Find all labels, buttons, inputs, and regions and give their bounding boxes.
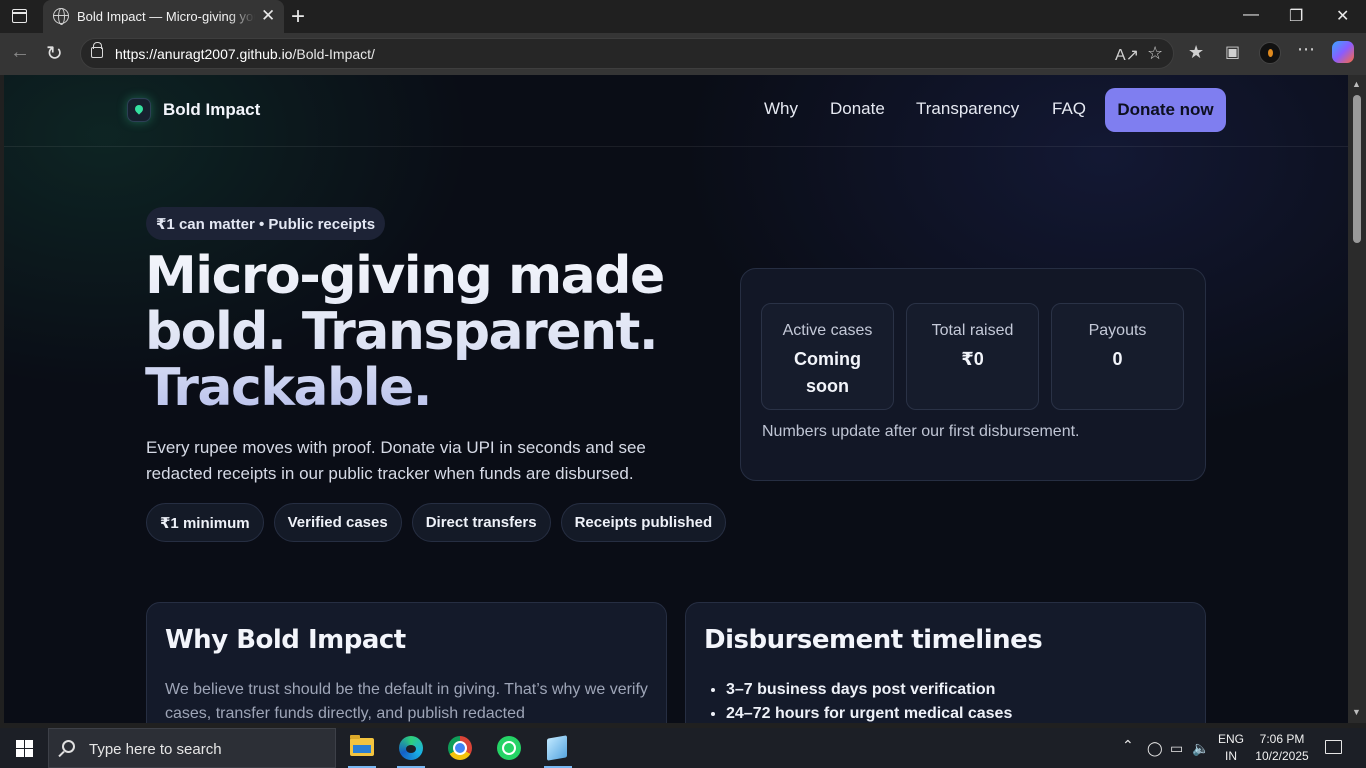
stat-total-raised: Total raised ₹0 [906,303,1039,410]
clock-time: 7:06 PM [1259,732,1305,746]
tab-title: Bold Impact — Micro-giving you can track [77,9,255,24]
search-placeholder: Type here to search [89,741,222,758]
battery-icon[interactable]: ▭ [1170,740,1183,757]
windows-start-icon[interactable] [16,740,33,757]
chip-receipts: Receipts published [560,503,727,542]
chevron-up-icon[interactable]: ⌃ [1122,737,1134,754]
chip-minimum: ₹1 minimum [146,503,264,542]
address-bar: ← ↻ https://anuragt2007.github.io/Bold-I… [0,33,1366,75]
nav-faq[interactable]: FAQ [1052,99,1086,119]
nav-transparency[interactable]: Transparency [916,99,1019,119]
location-pin-icon [127,98,151,122]
network-icon[interactable]: ◯ [1147,740,1163,757]
taskbar: Type here to search ⌃ ◯ ▭ 🔈 ENG IN 7:06 … [0,728,1366,768]
hero-title: Micro-giving made bold. Transparent. Tra… [145,248,705,416]
clock-date: 10/2/2025 [1255,749,1309,763]
hero-pill: ₹1 can matter • Public receipts [146,207,386,240]
stat-value: ₹0 [961,349,984,369]
stat-label: Active cases [782,322,873,339]
more-menu-icon[interactable]: ⋯ [1297,39,1315,60]
stats-note: Numbers update after our first disbursem… [762,423,1080,440]
nav-donate[interactable]: Donate [830,99,885,119]
refresh-icon[interactable]: ↻ [46,41,63,66]
taskbar-search[interactable]: Type here to search [48,728,336,768]
search-icon [62,740,75,753]
copilot-icon[interactable] [1332,41,1354,63]
brand-logo[interactable]: Bold Impact [127,98,260,122]
tab-actions-icon[interactable] [12,9,27,23]
list-item: 24–72 hours for urgent medical cases [726,702,1012,723]
globe-icon [53,8,69,25]
favorites-icon[interactable]: ★ [1188,42,1204,63]
stat-value: 0 [1112,349,1123,369]
page-scrollbar[interactable]: ▲ ▼ [1348,75,1366,723]
close-tab-icon[interactable]: ✕ [261,6,275,26]
scroll-down-icon[interactable]: ▼ [1352,707,1361,717]
stat-label: Payouts [1088,322,1147,339]
volume-icon[interactable]: 🔈 [1192,740,1209,757]
browser-tab[interactable]: Bold Impact — Micro-giving you can track… [43,0,284,33]
stat-active-cases: Active cases Coming soon [761,303,894,410]
new-tab-button[interactable]: + [291,3,305,31]
brand-name: Bold Impact [163,100,261,119]
scroll-up-icon[interactable]: ▲ [1352,79,1361,89]
stat-value: Coming soon [794,349,861,396]
minimize-button[interactable]: — [1243,6,1259,24]
site-header: Bold Impact Why Donate Transparency FAQ … [4,75,1348,147]
chip-verified: Verified cases [273,503,402,542]
stat-payouts: Payouts 0 [1051,303,1184,410]
clock[interactable]: 7:06 PM 10/2/2025 [1254,731,1310,765]
stats-card: Active cases Coming soon Total raised ₹0… [740,268,1206,481]
back-arrow-icon[interactable]: ← [10,41,30,64]
whatsapp-icon[interactable] [489,732,529,768]
why-text: We believe trust should be the default i… [165,681,648,722]
url-field[interactable]: https://anuragt2007.github.io/Bold-Impac… [80,38,1174,69]
read-aloud-icon[interactable]: A↗ [1115,45,1139,65]
url-text[interactable]: https://anuragt2007.github.io/Bold-Impac… [115,46,375,62]
restore-button[interactable]: ❐ [1289,6,1303,26]
chip-direct: Direct transfers [411,503,551,542]
edge-browser-icon[interactable] [391,732,431,768]
timelines-list: 3–7 business days post verification 24–7… [726,678,1012,723]
profile-avatar[interactable] [1259,42,1281,64]
stat-label: Total raised [931,322,1014,339]
browser-tab-bar: Bold Impact — Micro-giving you can track… [0,0,1366,33]
chrome-icon[interactable] [440,732,480,768]
nav-why[interactable]: Why [764,99,798,119]
feature-chips: ₹1 minimum Verified cases Direct transfe… [146,503,727,542]
list-item: 3–7 business days post verification [726,678,1012,702]
page-viewport: Bold Impact Why Donate Transparency FAQ … [4,75,1348,723]
scrollbar-thumb[interactable] [1353,95,1361,243]
donate-now-button[interactable]: Donate now [1105,88,1226,132]
why-heading: Why Bold Impact [165,625,406,655]
app-cube-icon[interactable] [538,732,578,768]
close-window-button[interactable]: ✕ [1336,6,1349,26]
timelines-card: Disbursement timelines 3–7 business days… [685,602,1206,723]
why-card: Why Bold Impact We believe trust should … [146,602,667,723]
lock-icon[interactable] [91,42,103,58]
language-indicator[interactable]: ENG IN [1216,731,1246,765]
hero-subtitle: Every rupee moves with proof. Donate via… [146,438,646,483]
timelines-heading: Disbursement timelines [704,625,1043,655]
file-explorer-icon[interactable] [342,732,382,768]
favorite-star-icon[interactable]: ☆ [1147,43,1163,64]
screenshot-icon[interactable]: ▣ [1225,42,1240,62]
notifications-icon[interactable] [1325,740,1342,754]
